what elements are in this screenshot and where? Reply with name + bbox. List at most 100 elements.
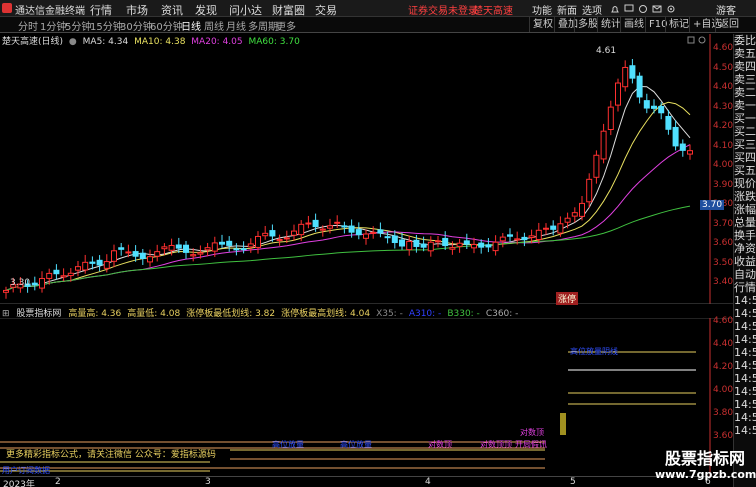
side-panel-item[interactable]: 买四	[734, 151, 756, 164]
candle-body	[636, 75, 643, 98]
menu-news[interactable]: 资讯	[161, 2, 183, 18]
side-panel-item[interactable]: 换手	[734, 229, 756, 242]
side-panel-item[interactable]: 买五	[734, 164, 756, 177]
date-m4: 4	[425, 477, 431, 487]
candle-body	[291, 230, 297, 236]
side-panel-item[interactable]: 卖一	[734, 99, 756, 112]
side-panel-item[interactable]: 委比	[734, 34, 756, 47]
price-axis-label: 3.40	[713, 277, 734, 287]
message-icon[interactable]	[652, 4, 662, 14]
side-panel-item[interactable]: 自动	[734, 268, 756, 281]
date-m2: 2	[55, 477, 61, 487]
side-panel-item[interactable]: 买三	[734, 138, 756, 151]
price-axis-label: 3.60	[713, 238, 734, 248]
menu-market[interactable]: 市场	[126, 2, 148, 18]
menu-options[interactable]: 选项	[582, 2, 602, 17]
price-axis-label: 4.40	[713, 82, 734, 92]
menu-wealth[interactable]: 财富圈	[272, 2, 305, 18]
tf-1min[interactable]: 1分钟	[40, 18, 66, 33]
app-title-bar: 通达信金融终端 行情 市场 资讯 发现 问小达 财富圈 交易 证券交易未登录 楚…	[0, 0, 756, 17]
tf-week[interactable]: 周线	[204, 18, 224, 33]
btn-draw[interactable]: 画线	[620, 17, 644, 32]
candle-body	[607, 106, 614, 131]
candle-body	[471, 243, 477, 249]
ind-tag-high-volume-bear: 高位放量阴线	[570, 347, 618, 356]
login-notice[interactable]: 证券交易未登录	[408, 2, 478, 17]
candle-body	[247, 243, 254, 248]
side-panel-item[interactable]: 涨跌	[734, 190, 756, 203]
side-panel-item[interactable]: 现价	[734, 177, 756, 190]
side-panel-item[interactable]: 14:5	[734, 385, 756, 398]
side-panel-item[interactable]: 收益	[734, 255, 756, 268]
screen-icon[interactable]	[624, 4, 634, 14]
ind-bar	[560, 413, 566, 435]
candle-body	[679, 143, 686, 151]
tf-5min[interactable]: 5分钟	[65, 18, 91, 33]
side-panel-item[interactable]: 14:5	[734, 398, 756, 411]
candle-body	[687, 150, 693, 155]
btn-fuquan[interactable]: 复权	[529, 17, 553, 32]
menu-hangqing[interactable]: 行情	[90, 2, 112, 18]
btn-back[interactable]: 返回	[715, 17, 739, 32]
stock-name: 楚天高速	[473, 6, 513, 17]
tf-fenshi[interactable]: 分时	[18, 18, 38, 33]
side-panel-item[interactable]: 14:5	[734, 294, 756, 307]
candle-body	[125, 251, 132, 254]
menu-trade[interactable]: 交易	[315, 2, 337, 18]
menu-function[interactable]: 功能	[532, 2, 552, 17]
side-panel-item[interactable]: 卖五	[734, 47, 756, 60]
candle-body	[535, 229, 542, 241]
promo-sub: 用户订阅数据	[2, 466, 50, 475]
tf-60min[interactable]: 60分钟	[150, 18, 183, 33]
side-panel-item[interactable]: 买二	[734, 125, 756, 138]
side-panel-item[interactable]: 14:5	[734, 346, 756, 359]
tf-15min[interactable]: 15分钟	[90, 18, 123, 33]
side-panel-item[interactable]: 卖三	[734, 73, 756, 86]
side-panel-item[interactable]: 14:5	[734, 307, 756, 320]
side-panel-item[interactable]: 14:5	[734, 333, 756, 346]
user-label[interactable]: 游客	[716, 2, 736, 17]
menu-new-page[interactable]: 新面	[557, 2, 577, 17]
candle-body	[319, 228, 326, 231]
price-chart[interactable]	[0, 34, 733, 304]
menu-discover[interactable]: 发现	[195, 2, 217, 18]
side-panel-item[interactable]: 卖二	[734, 86, 756, 99]
tf-month[interactable]: 月线	[226, 18, 246, 33]
menu-ask[interactable]: 问小达	[229, 2, 262, 18]
side-panel-item[interactable]: 总量	[734, 216, 756, 229]
candle-body	[521, 236, 528, 241]
price-axis-label: 4.00	[713, 160, 734, 170]
btn-multistock[interactable]: 多股	[574, 17, 598, 32]
side-panel-item[interactable]: 14:5	[734, 372, 756, 385]
candle-body	[442, 237, 449, 247]
price-axis-label: 3.90	[713, 179, 734, 190]
ind-tag-log-top-1: 对数顶	[428, 440, 452, 449]
tf-day[interactable]: 日线	[181, 18, 201, 33]
side-panel-item[interactable]: 涨幅	[734, 203, 756, 216]
skin-icon[interactable]	[638, 4, 648, 14]
promo-text: 更多精彩指标公式，请关注微信 公众号：爱指标源码	[6, 450, 216, 460]
side-panel-item[interactable]: 行情	[734, 281, 756, 294]
tf-more[interactable]: 更多	[276, 18, 296, 33]
quote-side-panel: 委比 卖五 卖四 卖三 卖二 卖一 买一 买二 买三 买四 买五 现价 涨跌 涨幅 总量 换手 净资 收益 自动 行情…	[733, 34, 756, 487]
candle-body	[305, 222, 312, 225]
candle-body	[161, 246, 168, 250]
side-panel-item[interactable]: 14:5	[734, 359, 756, 372]
side-panel-item[interactable]: 净资	[734, 242, 756, 255]
side-panel-item[interactable]: 14:5	[734, 320, 756, 333]
btn-stats[interactable]: 统计	[597, 17, 621, 32]
tf-multi[interactable]: 多周期	[248, 18, 278, 33]
candle-body	[334, 221, 341, 224]
tf-30min[interactable]: 30分钟	[120, 18, 153, 33]
candle-body	[175, 244, 182, 249]
candle-body	[3, 289, 9, 293]
side-panel-item[interactable]: 卖四	[734, 60, 756, 73]
settings-icon[interactable]	[666, 4, 676, 14]
side-panel-item[interactable]: 14:5	[734, 411, 756, 424]
side-panel-item[interactable]: 买一	[734, 112, 756, 125]
side-panel-item[interactable]: 14:5	[734, 424, 756, 437]
candle-body	[147, 256, 153, 263]
btn-mark[interactable]: 标记	[665, 17, 689, 32]
date-m5: 5	[570, 477, 576, 487]
bell-icon[interactable]	[610, 4, 620, 14]
